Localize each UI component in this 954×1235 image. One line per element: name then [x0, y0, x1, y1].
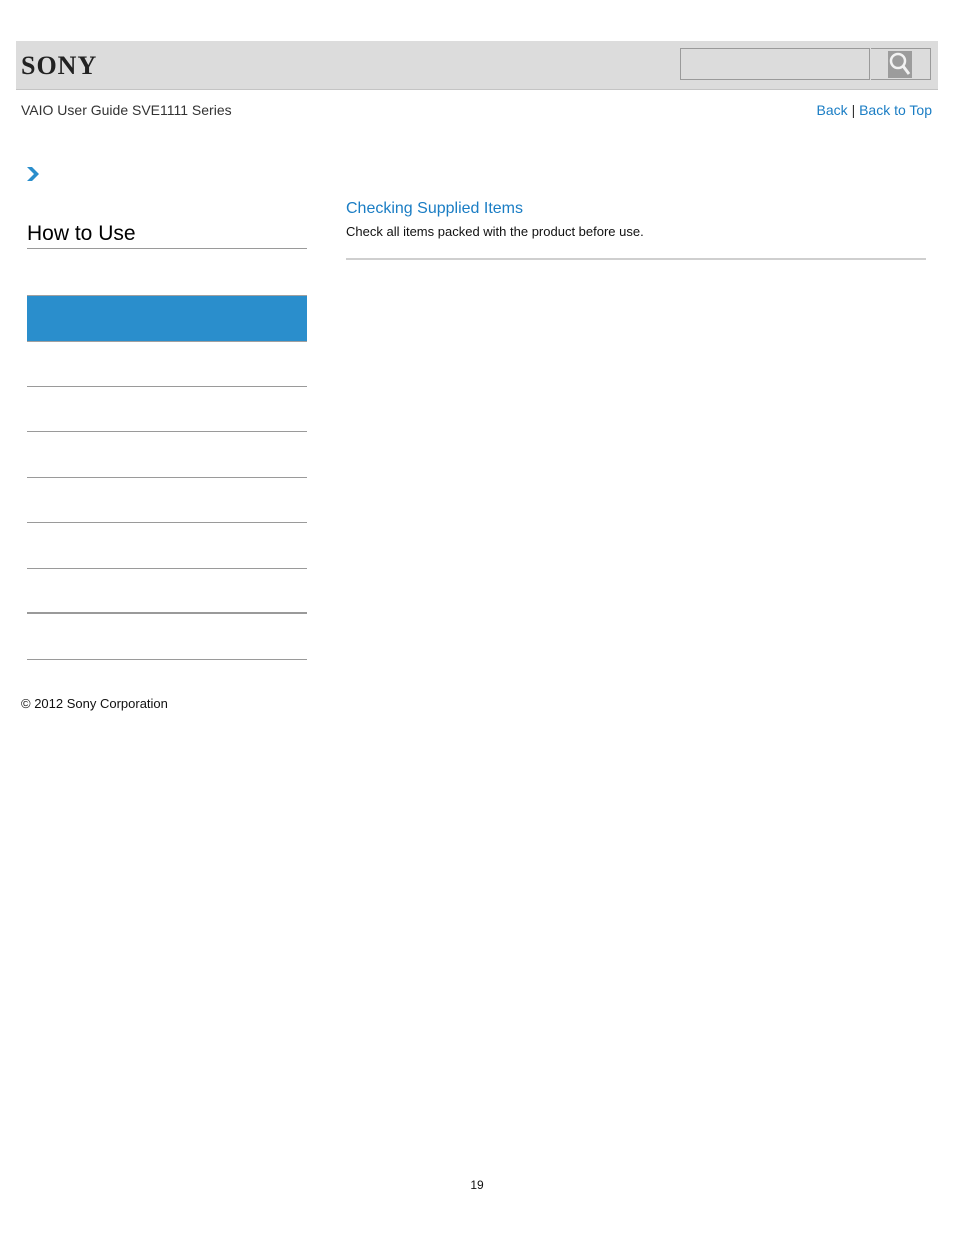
sidebar-item[interactable] [27, 478, 307, 523]
sony-logo: SONY [21, 51, 98, 80]
sidebar-item[interactable] [27, 387, 307, 432]
page-number: 19 [470, 1178, 484, 1192]
back-link[interactable]: Back [817, 102, 848, 118]
chevron-right-icon[interactable] [26, 166, 40, 182]
sidebar-title: How to Use [27, 222, 307, 249]
search-input[interactable] [680, 48, 870, 80]
back-to-top-link[interactable]: Back to Top [859, 102, 932, 118]
sidebar-item[interactable] [27, 524, 307, 569]
topic-description: Check all items packed with the product … [346, 224, 644, 239]
sidebar-item[interactable] [27, 342, 307, 387]
guide-title: VAIO User Guide SVE1111 Series [21, 102, 232, 118]
header-bar: SONY [16, 41, 938, 90]
link-separator: | [851, 102, 856, 118]
sidebar-item[interactable] [27, 615, 307, 660]
top-nav-links: Back | Back to Top [817, 102, 932, 118]
topic-link-checking-supplied-items[interactable]: Checking Supplied Items [346, 200, 523, 218]
copyright: © 2012 Sony Corporation [21, 696, 168, 711]
sidebar-item-active[interactable] [27, 295, 307, 342]
divider [346, 258, 926, 260]
sidebar-item[interactable] [27, 433, 307, 478]
search-button[interactable] [871, 48, 931, 80]
sidebar-item[interactable] [27, 568, 307, 614]
search-icon [888, 51, 912, 78]
